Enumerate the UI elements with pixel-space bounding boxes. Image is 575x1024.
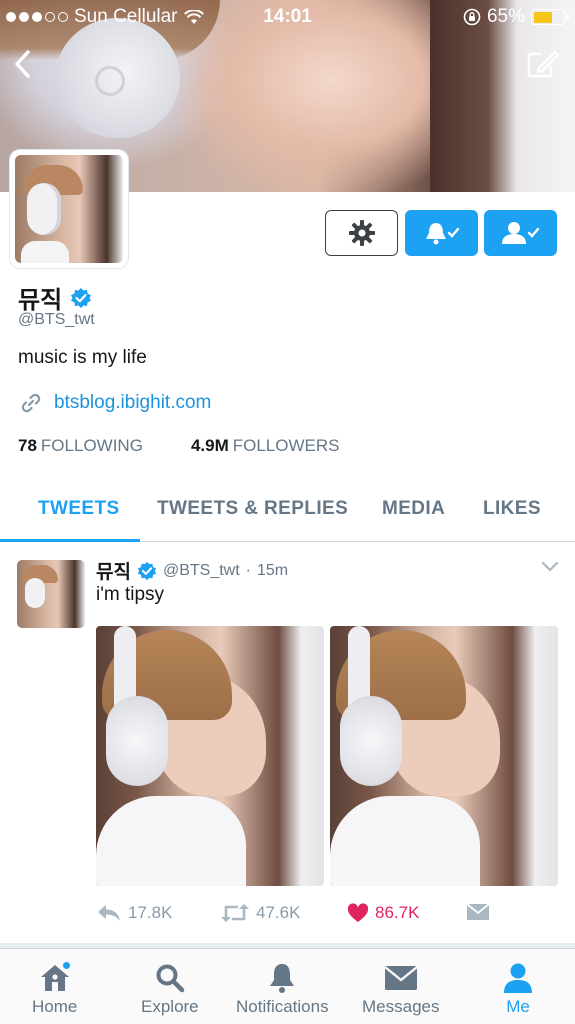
avatar-image — [15, 155, 123, 263]
envelope-icon — [466, 903, 490, 920]
display-name: 뮤직 — [18, 280, 92, 315]
profile-tabs: TWEETS TWEETS & REPLIES MEDIA LIKES — [0, 482, 575, 542]
compose-icon[interactable] — [525, 46, 561, 82]
tweet-separator: · — [245, 561, 251, 579]
nav-me[interactable]: Me — [500, 961, 536, 1017]
reply-icon — [98, 905, 120, 921]
nav-home[interactable]: Home — [32, 961, 77, 1017]
tab-media[interactable]: MEDIA — [382, 498, 445, 520]
profile-stats: 78 FOLLOWING 4.9M FOLLOWERS — [18, 436, 339, 456]
nav-explore[interactable]: Explore — [141, 961, 199, 1017]
tweet-photo[interactable] — [330, 626, 558, 886]
gear-icon — [348, 220, 375, 246]
following-label: FOLLOWING — [40, 436, 143, 455]
tweet-avatar[interactable] — [17, 560, 85, 628]
profile-handle: @BTS_twt — [18, 311, 95, 328]
tweet-actions: 17.8K 47.6K 86.7K — [96, 903, 556, 933]
following-count: 78 — [18, 436, 37, 455]
retweet-button[interactable]: 47.6K — [220, 903, 300, 923]
nav-me-label: Me — [506, 997, 530, 1016]
tab-tweets[interactable]: TWEETS — [38, 498, 120, 520]
profile-bio: music is my life — [18, 347, 147, 368]
unread-indicator — [61, 961, 71, 970]
profile-link[interactable]: btsblog.ibighit.com — [20, 392, 211, 414]
tweet[interactable]: 뮤직 @BTS_twt · 15m i'm tipsy 17.8K 47.6K … — [0, 543, 575, 943]
retweet-count: 47.6K — [256, 903, 301, 922]
followers-label: FOLLOWERS — [232, 436, 340, 455]
retweet-icon — [221, 904, 249, 922]
banner-headphone-logo — [95, 66, 125, 96]
verified-badge-icon — [137, 561, 157, 580]
direct-message-button[interactable] — [466, 903, 490, 921]
settings-button[interactable] — [325, 210, 398, 256]
person-icon — [504, 963, 532, 993]
chevron-down-icon[interactable] — [541, 561, 559, 573]
notifications-on-icon — [425, 223, 459, 245]
following-stat[interactable]: 78 FOLLOWING — [18, 436, 143, 456]
tweet-author-name[interactable]: 뮤직 — [96, 557, 131, 584]
tweet-author-handle: @BTS_twt — [162, 561, 240, 579]
status-right: 65% — [463, 6, 569, 28]
bell-icon — [270, 964, 295, 993]
active-tab-indicator — [0, 539, 140, 542]
nav-home-label: Home — [32, 997, 78, 1016]
reply-count: 17.8K — [128, 903, 173, 922]
battery-icon — [531, 9, 569, 25]
followers-count: 4.9M — [190, 436, 229, 455]
tweet-timestamp: 15m — [257, 561, 289, 579]
tweet-header: 뮤직 @BTS_twt · 15m — [96, 557, 288, 584]
rotation-lock-icon — [463, 8, 481, 26]
nav-explore-label: Explore — [141, 997, 199, 1016]
display-name-text: 뮤직 — [18, 287, 63, 314]
reply-button[interactable]: 17.8K — [96, 903, 172, 923]
tab-tweets-replies[interactable]: TWEETS & REPLIES — [157, 498, 348, 520]
tweet-text: i'm tipsy — [96, 584, 165, 605]
following-button[interactable] — [484, 210, 557, 256]
bottom-tab-bar: Home Explore Notifications Messages Me — [0, 948, 575, 1024]
status-bar: Sun Cellular 14:01 65% — [0, 0, 575, 34]
tweet-photo[interactable] — [96, 626, 324, 886]
nav-notifications-label: Notifications — [236, 997, 329, 1016]
like-count: 86.7K — [375, 903, 420, 922]
notifications-toggle-button[interactable] — [405, 210, 478, 256]
nav-messages-label: Messages — [362, 997, 440, 1016]
followers-stat[interactable]: 4.9M FOLLOWERS — [191, 436, 340, 456]
profile-avatar[interactable] — [10, 150, 128, 268]
battery-percent: 65% — [486, 6, 525, 27]
envelope-icon — [383, 966, 418, 990]
nav-notifications[interactable]: Notifications — [236, 961, 329, 1017]
heart-icon — [347, 903, 369, 922]
like-button[interactable]: 86.7K — [347, 903, 419, 923]
profile-link-text[interactable]: btsblog.ibighit.com — [54, 392, 211, 414]
search-icon — [156, 964, 185, 993]
tab-likes[interactable]: LIKES — [483, 498, 541, 520]
nav-messages[interactable]: Messages — [362, 961, 439, 1017]
link-icon — [21, 393, 41, 413]
following-icon — [501, 222, 539, 244]
chevron-left-icon[interactable] — [10, 48, 38, 80]
verified-badge-icon — [71, 287, 92, 308]
